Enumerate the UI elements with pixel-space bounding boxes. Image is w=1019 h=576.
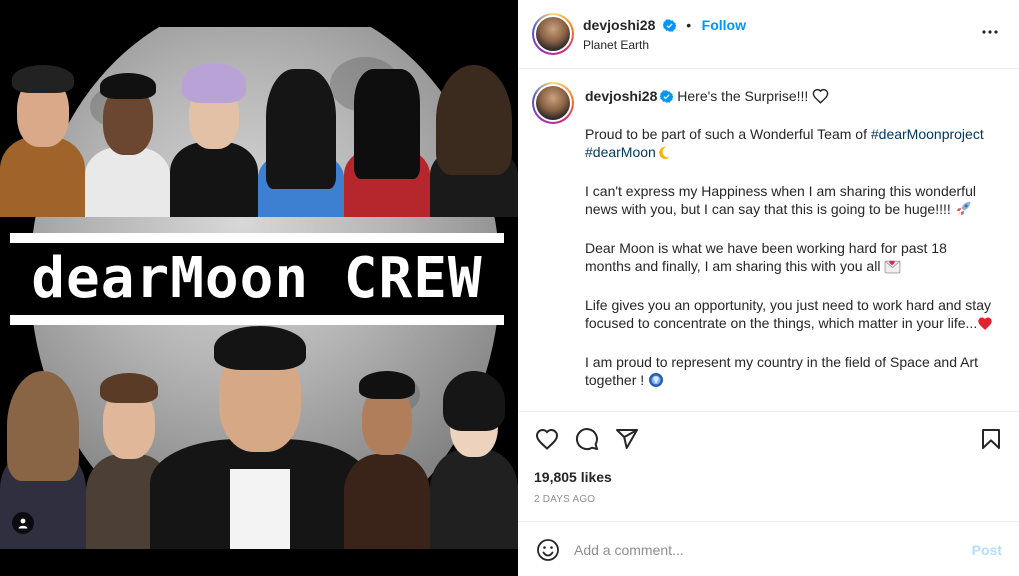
author-avatar[interactable]	[532, 13, 574, 55]
likes-count[interactable]: 19,805 likes	[534, 469, 612, 485]
post-image[interactable]: dearMoon CREW	[0, 27, 518, 549]
post-media[interactable]: dearMoon CREW	[0, 0, 518, 576]
crew-member	[344, 47, 430, 217]
crescent-moon-icon	[656, 145, 671, 164]
crew-member	[85, 47, 170, 217]
crew-member	[170, 47, 258, 217]
verified-badge-icon	[662, 19, 677, 37]
crew-member	[258, 47, 344, 217]
tagged-user-icon[interactable]	[12, 512, 34, 534]
post-header: devjoshi28 • Follow Planet Earth	[518, 0, 1019, 69]
gem-stone-icon	[648, 372, 664, 392]
separator-dot: •	[686, 17, 692, 33]
caption-paragraph-4: Life gives you an opportunity, you just …	[585, 297, 991, 331]
bookmark-icon[interactable]	[979, 427, 1003, 456]
author-username[interactable]: devjoshi28	[583, 17, 655, 33]
rocket-icon	[955, 200, 972, 221]
comment-input[interactable]	[574, 537, 954, 563]
red-heart-icon	[977, 316, 993, 335]
crew-member	[0, 47, 85, 217]
post-timestamp[interactable]: 2 DAYS AGO	[534, 494, 595, 505]
follow-button[interactable]: Follow	[702, 17, 746, 33]
comment-form: Post	[518, 523, 1019, 576]
post-caption: devjoshi28 Here's the Surprise!!! Proud …	[518, 69, 1019, 412]
envelope-heart-icon	[884, 258, 901, 278]
crew-member	[150, 312, 370, 549]
caption-paragraph-5: I am proud to represent my country in th…	[585, 354, 978, 388]
caption-author-avatar[interactable]	[532, 82, 574, 124]
verified-badge-icon	[659, 89, 674, 107]
caption-headline: Here's the Surprise!!!	[677, 88, 809, 104]
crew-member	[430, 47, 518, 217]
crew-member	[344, 347, 430, 549]
hashtag-link[interactable]: #dearMoon	[585, 144, 656, 160]
share-icon[interactable]	[615, 427, 639, 456]
heart-icon[interactable]	[535, 427, 559, 456]
banner-title: dearMoon CREW	[31, 246, 483, 311]
more-options-icon[interactable]	[981, 23, 999, 46]
caption-paragraph-1: Proud to be part of such a Wonderful Tea…	[585, 126, 871, 142]
crew-member	[430, 347, 518, 549]
caption-paragraph-2: I can't express my Happiness when I am s…	[585, 183, 976, 217]
post-actions: 19,805 likes 2 DAYS AGO	[518, 412, 1019, 522]
caption-username[interactable]: devjoshi28	[585, 88, 657, 104]
hashtag-link[interactable]: #dearMoonproject	[871, 126, 984, 142]
post-details-panel: devjoshi28 • Follow Planet Earth devjosh…	[518, 0, 1019, 576]
comment-icon[interactable]	[575, 427, 599, 456]
white-heart-icon	[812, 88, 829, 108]
post-location[interactable]: Planet Earth	[583, 38, 649, 52]
post-comment-button[interactable]: Post	[972, 542, 1002, 558]
banner-top-stripe	[10, 233, 504, 243]
smiley-icon[interactable]	[536, 538, 560, 567]
